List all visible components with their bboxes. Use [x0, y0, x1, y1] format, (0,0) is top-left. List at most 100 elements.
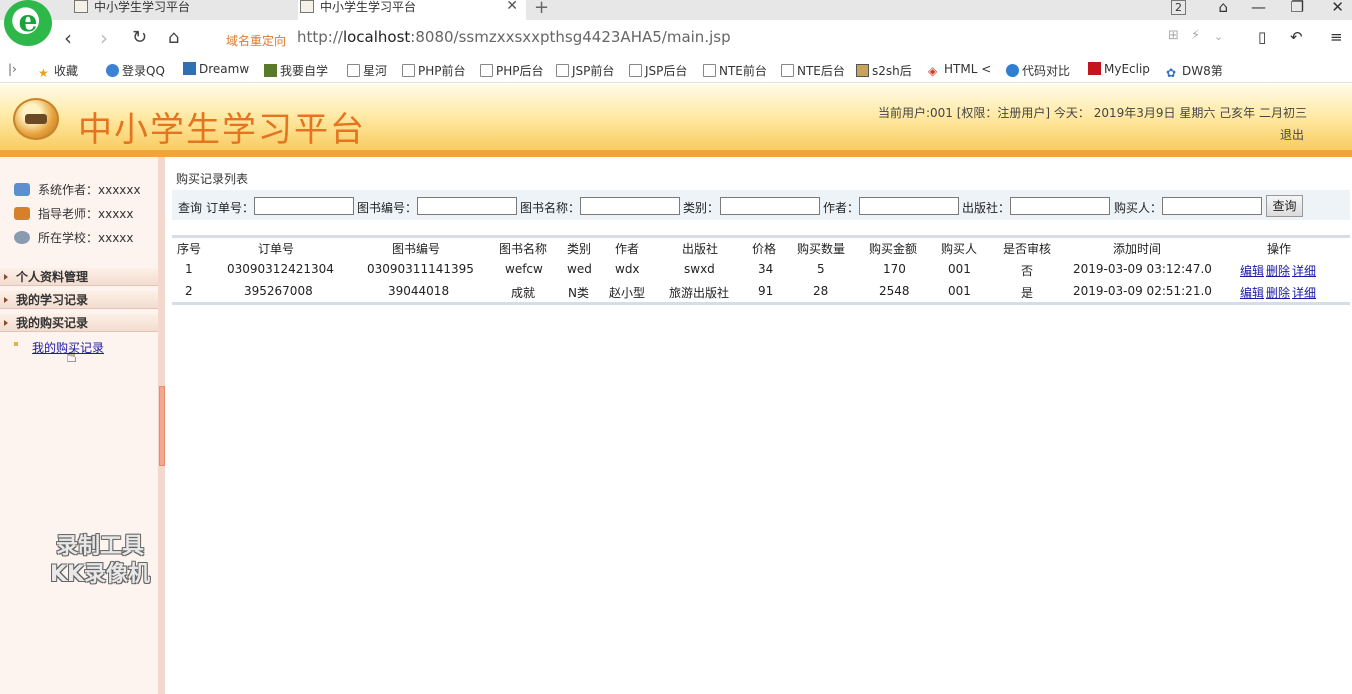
label-book-no: 图书编号： [357, 201, 418, 215]
school-info: 所在学校：xxxxx [14, 229, 134, 246]
restore-icon[interactable]: ❐ [1291, 0, 1304, 16]
redirect-label: 域名重定向 [226, 34, 287, 48]
grid-icon[interactable]: ⊞ [1168, 28, 1179, 43]
bullet-icon [14, 342, 18, 346]
cell-book-no: 39044018 [388, 284, 450, 298]
bookmark-nte-front[interactable]: NTE前台 [703, 62, 767, 79]
bookmark-code-compare[interactable]: 代码对比 [1006, 62, 1070, 79]
self-study-icon [264, 64, 277, 77]
author-input[interactable] [859, 197, 959, 215]
undo-icon[interactable]: ↶ [1290, 28, 1303, 46]
bookmark-nte-back[interactable]: NTE后台 [781, 62, 845, 79]
forward-icon[interactable]: › [100, 26, 108, 50]
menu-profile[interactable]: 个人资料管理 [0, 268, 158, 286]
detail-link[interactable]: 详细 [1292, 264, 1316, 278]
delete-link[interactable]: 删除 [1266, 286, 1290, 300]
edit-link[interactable]: 编辑 [1240, 286, 1264, 300]
menu-icon[interactable]: ≡ [1330, 28, 1343, 46]
watermark-line2: KK录像机 [49, 562, 151, 587]
publisher-input[interactable] [1010, 197, 1110, 215]
paw-icon: ✿ [1166, 66, 1177, 80]
bookmark-self-study[interactable]: 我要自学 [264, 62, 328, 79]
cell-price: 34 [758, 262, 774, 276]
col-header: 图书编号 [392, 242, 441, 256]
col-header: 购买金额 [869, 242, 918, 256]
delete-link[interactable]: 删除 [1266, 264, 1290, 278]
menu-study-records[interactable]: 我的学习记录 [0, 291, 158, 309]
cell-added-time: 2019-03-09 03:12:47.0 [1073, 262, 1212, 276]
bookmark-php-back[interactable]: PHP后台 [480, 62, 544, 79]
site-logo-icon [13, 98, 59, 140]
col-header: 订单号 [258, 242, 295, 256]
book-no-input[interactable] [417, 197, 517, 215]
bookmark-dreamweaver[interactable]: Dreamw [183, 62, 249, 76]
browser-tab-1[interactable]: 中小学生学习平台 [72, 0, 294, 20]
url-prefix: http:// [297, 28, 343, 46]
reload-icon[interactable]: ↻ [132, 27, 147, 48]
cell-publisher: swxd [684, 262, 715, 276]
row-actions: 编辑 删除 详细 [1239, 262, 1317, 279]
minimize-icon[interactable]: — [1251, 0, 1266, 16]
bookmarks-bar: |› ★ 收藏 登录QQ Dreamw 我要自学 星河 PHP前台 PHP后台 J… [0, 57, 1352, 83]
bookmark-qq[interactable]: 登录QQ [106, 62, 165, 79]
user-info: 当前用户:001 [权限：注册用户] 今天： 2019年3月9日 星期六 己亥年… [877, 106, 1307, 120]
sidebar-toggle-icon[interactable]: |› [8, 62, 17, 76]
author-info: 系统作者：xxxxxx [14, 181, 141, 198]
new-tab-icon[interactable]: + [534, 0, 549, 18]
search-button[interactable]: 查询 [1266, 195, 1303, 217]
bookmark-php-front[interactable]: PHP前台 [402, 62, 466, 79]
myeclipse-icon [1088, 62, 1101, 75]
close-tab-icon[interactable]: ✕ [506, 0, 518, 13]
bookmark-icon[interactable]: ▯ [1258, 28, 1266, 46]
cell-book-name: wefcw [505, 262, 543, 276]
sidebar-collapse-handle[interactable] [159, 386, 165, 466]
detail-link[interactable]: 详细 [1292, 286, 1316, 300]
home-icon[interactable]: ⌂ [168, 27, 179, 48]
page-icon [480, 64, 493, 77]
back-icon[interactable]: ‹ [64, 26, 72, 50]
shirt-icon[interactable]: ⌂ [1218, 0, 1228, 16]
edit-link[interactable]: 编辑 [1240, 264, 1264, 278]
col-header: 是否审核 [1003, 242, 1052, 256]
bookmark-dw8[interactable]: ✿ DW8第 [1166, 62, 1223, 80]
teacher-info: 指导老师：xxxxx [14, 205, 134, 222]
close-window-icon[interactable]: ✕ [1331, 0, 1344, 16]
bookmark-favorites[interactable]: ★ 收藏 [38, 62, 78, 80]
book-name-input[interactable] [580, 197, 680, 215]
table-row: 2 395267008 39044018 成就 N类 赵小型 旅游出版社 91 … [172, 280, 1350, 302]
cell-approved: 是 [1021, 286, 1034, 300]
cell-index: 1 [185, 262, 193, 276]
bookmark-html[interactable]: ◈ HTML < [928, 62, 991, 78]
cell-order-no: 395267008 [244, 284, 313, 298]
cell-buyer: 001 [948, 284, 971, 298]
buyer-input[interactable] [1162, 197, 1262, 215]
page-icon [402, 64, 415, 77]
page-icon [347, 64, 360, 77]
label-book-name: 图书名称： [520, 201, 581, 215]
tab-counter[interactable]: 2 [1171, 0, 1186, 15]
cell-publisher: 旅游出版社 [669, 286, 730, 300]
page-title: 购买记录列表 [176, 172, 249, 186]
image-icon [856, 64, 869, 77]
cell-amount: 170 [883, 262, 906, 276]
school-icon [14, 231, 30, 244]
tab-title: 中小学生学习平台 [94, 0, 191, 14]
logout-link[interactable]: 退出 [1280, 126, 1304, 143]
lightning-icon[interactable]: ⚡ [1191, 28, 1200, 43]
menu-purchase-records[interactable]: 我的购买记录 [0, 314, 158, 332]
search-prefix: 查询 [178, 201, 203, 215]
col-header: 作者 [615, 242, 640, 256]
bookmark-s2sh[interactable]: s2sh后 [856, 62, 912, 79]
chevron-down-icon[interactable]: ⌄ [1214, 30, 1223, 43]
cell-author: 赵小型 [609, 286, 646, 300]
url-host: localhost [342, 28, 411, 46]
bookmark-xinghe[interactable]: 星河 [347, 62, 387, 79]
dreamweaver-icon [183, 62, 196, 75]
bookmark-jsp-front[interactable]: JSP前台 [556, 62, 614, 79]
browser-tab-2-active[interactable]: 中小学生学习平台 ✕ [298, 0, 526, 20]
url-input[interactable]: http://localhost:8080/ssmzxxsxxpthsg4423… [297, 28, 731, 46]
order-no-input[interactable] [254, 197, 354, 215]
bookmark-jsp-back[interactable]: JSP后台 [629, 62, 687, 79]
bookmark-myeclipse[interactable]: MyEclip [1088, 62, 1150, 76]
category-input[interactable] [720, 197, 820, 215]
